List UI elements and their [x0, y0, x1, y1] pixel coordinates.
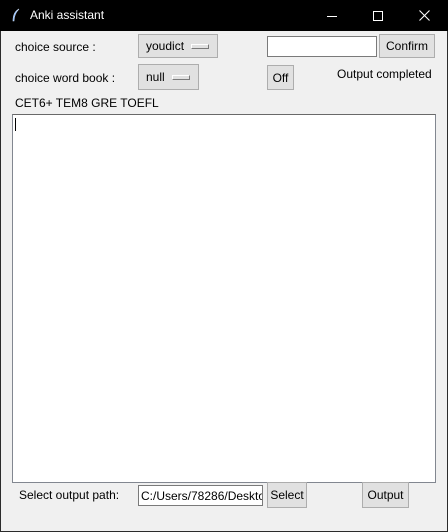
wordbook-label: choice word book : — [15, 71, 116, 85]
output-button[interactable]: Output — [362, 482, 409, 508]
title-bar: Anki assistant — [0, 0, 448, 31]
source-dropdown[interactable]: youdict — [138, 34, 218, 58]
source-label: choice source : — [15, 40, 96, 54]
dropdown-indicator-icon — [172, 75, 190, 80]
main-window: choice source : youdict Confirm choice w… — [0, 31, 448, 532]
feather-icon — [12, 8, 20, 22]
maximize-icon — [373, 10, 383, 21]
wordbook-list: CET6+ TEM8 GRE TOEFL — [15, 96, 159, 110]
output-path-label: Select output path: — [19, 488, 120, 502]
output-path-input[interactable]: C:/Users/78286/Deskto — [138, 485, 263, 506]
output-text-area[interactable] — [12, 114, 436, 483]
window-title: Anki assistant — [30, 8, 105, 22]
off-button[interactable]: Off — [267, 65, 294, 90]
maximize-button[interactable] — [355, 0, 401, 31]
close-button[interactable] — [401, 0, 447, 31]
word-input[interactable] — [267, 36, 377, 57]
wordbook-dropdown[interactable]: null — [138, 64, 199, 90]
wordbook-dropdown-value: null — [146, 70, 165, 84]
close-icon — [418, 10, 430, 21]
dropdown-indicator-icon — [191, 44, 209, 49]
confirm-button[interactable]: Confirm — [379, 34, 435, 58]
minimize-button[interactable] — [309, 0, 355, 31]
minimize-icon — [327, 15, 337, 17]
source-dropdown-value: youdict — [146, 39, 185, 53]
status-text: Output completed — [337, 67, 432, 81]
text-cursor — [15, 118, 16, 131]
select-path-button[interactable]: Select — [267, 482, 307, 508]
